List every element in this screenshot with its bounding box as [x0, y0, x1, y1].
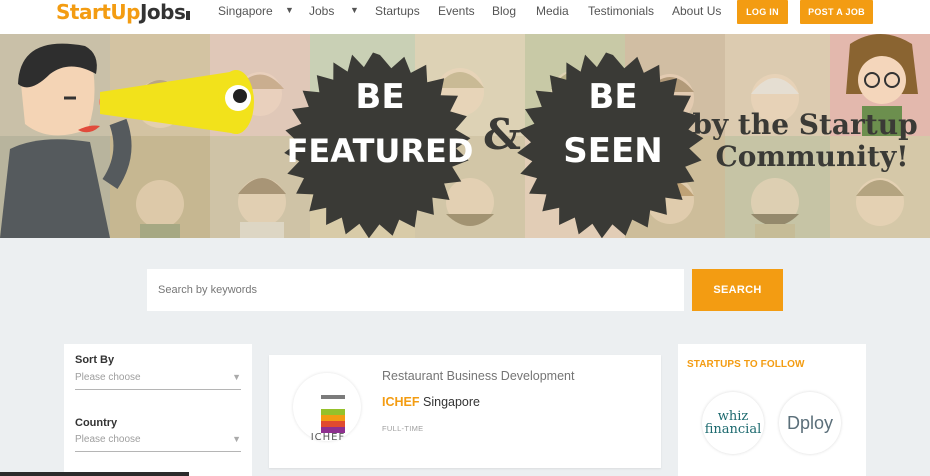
post-job-button[interactable]: POST A JOB: [800, 0, 873, 24]
country-label: Country: [75, 417, 118, 429]
top-navbar: StartUpJobs Singapore ▼ Jobs ▼ Startups …: [0, 0, 930, 34]
nav-item-startups[interactable]: Startups: [375, 4, 420, 18]
company-name[interactable]: ICHEF: [382, 395, 420, 409]
sort-by-label: Sort By: [75, 354, 115, 366]
job-location: Singapore: [423, 395, 480, 409]
tagline-line2: Community!: [715, 140, 908, 173]
login-button[interactable]: LOG IN: [737, 0, 788, 24]
chevron-down-icon: ▼: [232, 434, 241, 444]
nav-item-testimonials[interactable]: Testimonials: [588, 4, 654, 18]
company-logo[interactable]: ICHEF: [293, 373, 361, 443]
ampersand-text: &: [483, 110, 521, 159]
job-type-badge: FULL-TIME: [382, 424, 424, 433]
filter-panel: Sort By Please choose ▼ Country Please c…: [64, 344, 252, 476]
sort-by-placeholder: Please choose: [75, 372, 141, 383]
startup-name-line2: financial: [704, 422, 762, 437]
nav-item-blog[interactable]: Blog: [492, 4, 516, 18]
search-button[interactable]: SEARCH: [692, 269, 783, 311]
startup-name: Dploy: [786, 412, 834, 433]
sort-by-select[interactable]: Please choose ▼: [75, 370, 241, 390]
badge2-line1: BE: [588, 77, 637, 117]
logo-text-jobs: Jobs: [139, 0, 186, 24]
nav-item-about-us[interactable]: About Us: [672, 4, 721, 18]
status-bar: [0, 472, 189, 476]
nav-item-events[interactable]: Events: [438, 4, 475, 18]
nav-item-country[interactable]: Singapore: [218, 4, 273, 18]
startup-whiz-financial[interactable]: whiz financial: [702, 392, 764, 454]
badge1-line2: FEATURED: [287, 132, 474, 170]
search-input[interactable]: [147, 269, 684, 311]
nav-item-media[interactable]: Media: [536, 4, 569, 18]
badge1-line1: BE: [355, 77, 404, 117]
logo-text-startup: StartUp: [56, 0, 140, 24]
svg-text:ICHEF: ICHEF: [311, 432, 346, 441]
startups-to-follow-panel: STARTUPS TO FOLLOW whiz financial Dploy: [678, 344, 866, 476]
chevron-down-icon[interactable]: ▼: [285, 5, 294, 15]
chevron-down-icon: ▼: [232, 372, 241, 382]
banner-illustration: BE FEATURED & BE SEEN by the Startup Com…: [0, 34, 930, 238]
job-title[interactable]: Restaurant Business Development: [382, 369, 574, 383]
country-select[interactable]: Please choose ▼: [75, 432, 241, 452]
hero-banner[interactable]: BE FEATURED & BE SEEN by the Startup Com…: [0, 34, 930, 238]
nav-item-jobs[interactable]: Jobs: [309, 4, 334, 18]
ichef-logo-icon: ICHEF: [311, 395, 346, 443]
startups-panel-title: STARTUPS TO FOLLOW: [687, 359, 805, 370]
site-logo[interactable]: StartUpJobs: [56, 0, 191, 26]
job-listing-card[interactable]: ICHEF Restaurant Business Development IC…: [269, 355, 661, 468]
logo-mark-icon: [186, 11, 191, 20]
tagline-line1: by the Startup: [692, 108, 917, 141]
startup-dploy[interactable]: Dploy: [779, 392, 841, 454]
chevron-down-icon[interactable]: ▼: [350, 5, 359, 15]
badge2-line2: SEEN: [563, 131, 662, 171]
country-placeholder: Please choose: [75, 434, 141, 445]
